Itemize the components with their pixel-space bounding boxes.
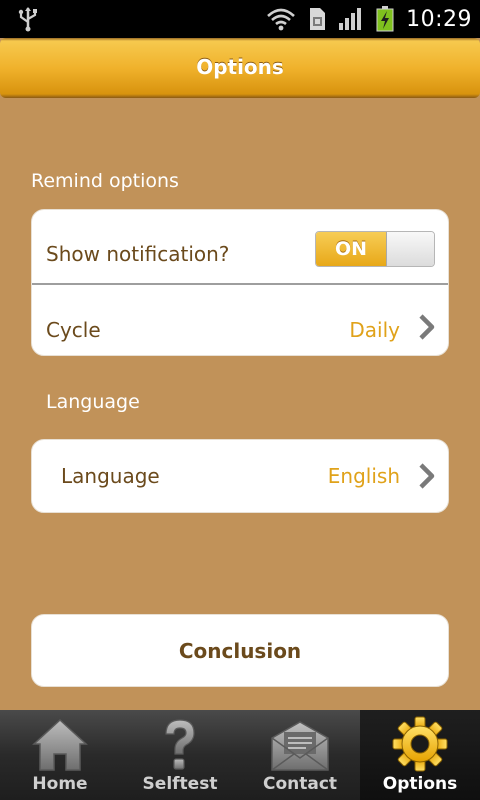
tab-label-home: Home bbox=[32, 774, 88, 794]
status-time: 10:29 bbox=[406, 6, 472, 32]
question-icon bbox=[165, 719, 195, 770]
envelope-icon bbox=[271, 721, 329, 771]
tab-label-contact: Contact bbox=[262, 774, 338, 794]
tab-label-selftest: Selftest bbox=[142, 774, 218, 794]
signal-icon bbox=[339, 8, 362, 30]
status-bar: 10:29 bbox=[0, 0, 480, 38]
home-icon bbox=[32, 718, 88, 771]
toggle-on-label: ON bbox=[316, 232, 386, 266]
gear-icon bbox=[392, 716, 448, 772]
section-label-language: Language bbox=[46, 391, 140, 413]
bottom-tab-bar: Home Selftest Contact Options bbox=[0, 710, 480, 800]
remind-options-card: Show notification? ON Cycle Daily bbox=[31, 209, 449, 356]
notification-row: Show notification? ON bbox=[32, 210, 448, 283]
wifi-icon bbox=[267, 8, 295, 31]
cycle-label: Cycle bbox=[46, 318, 101, 342]
battery-charging-icon bbox=[376, 6, 394, 32]
page-title: Options bbox=[196, 55, 284, 79]
chevron-right-icon bbox=[419, 463, 435, 489]
language-value: English bbox=[327, 464, 400, 488]
cycle-value: Daily bbox=[349, 318, 400, 342]
sim-icon bbox=[310, 8, 326, 30]
section-label-remind: Remind options bbox=[31, 170, 179, 192]
tab-home[interactable]: Home bbox=[0, 710, 120, 800]
notification-label: Show notification? bbox=[46, 242, 230, 266]
tab-label-options: Options bbox=[382, 774, 458, 794]
toggle-knob[interactable] bbox=[386, 232, 434, 266]
usb-icon bbox=[18, 7, 37, 32]
language-label: Language bbox=[61, 464, 160, 488]
conclusion-label: Conclusion bbox=[178, 638, 302, 663]
language-card: Language English bbox=[31, 439, 449, 513]
tab-selftest[interactable]: Selftest bbox=[120, 710, 240, 800]
chevron-right-icon bbox=[419, 314, 435, 340]
notification-toggle[interactable]: ON bbox=[315, 231, 435, 267]
conclusion-button[interactable]: Conclusion bbox=[31, 614, 449, 687]
title-bar: Options bbox=[0, 38, 480, 98]
language-row[interactable]: Language English bbox=[32, 440, 448, 514]
tab-contact[interactable]: Contact bbox=[240, 710, 360, 800]
tab-options[interactable]: Options bbox=[360, 710, 480, 800]
cycle-row[interactable]: Cycle Daily bbox=[32, 285, 448, 357]
